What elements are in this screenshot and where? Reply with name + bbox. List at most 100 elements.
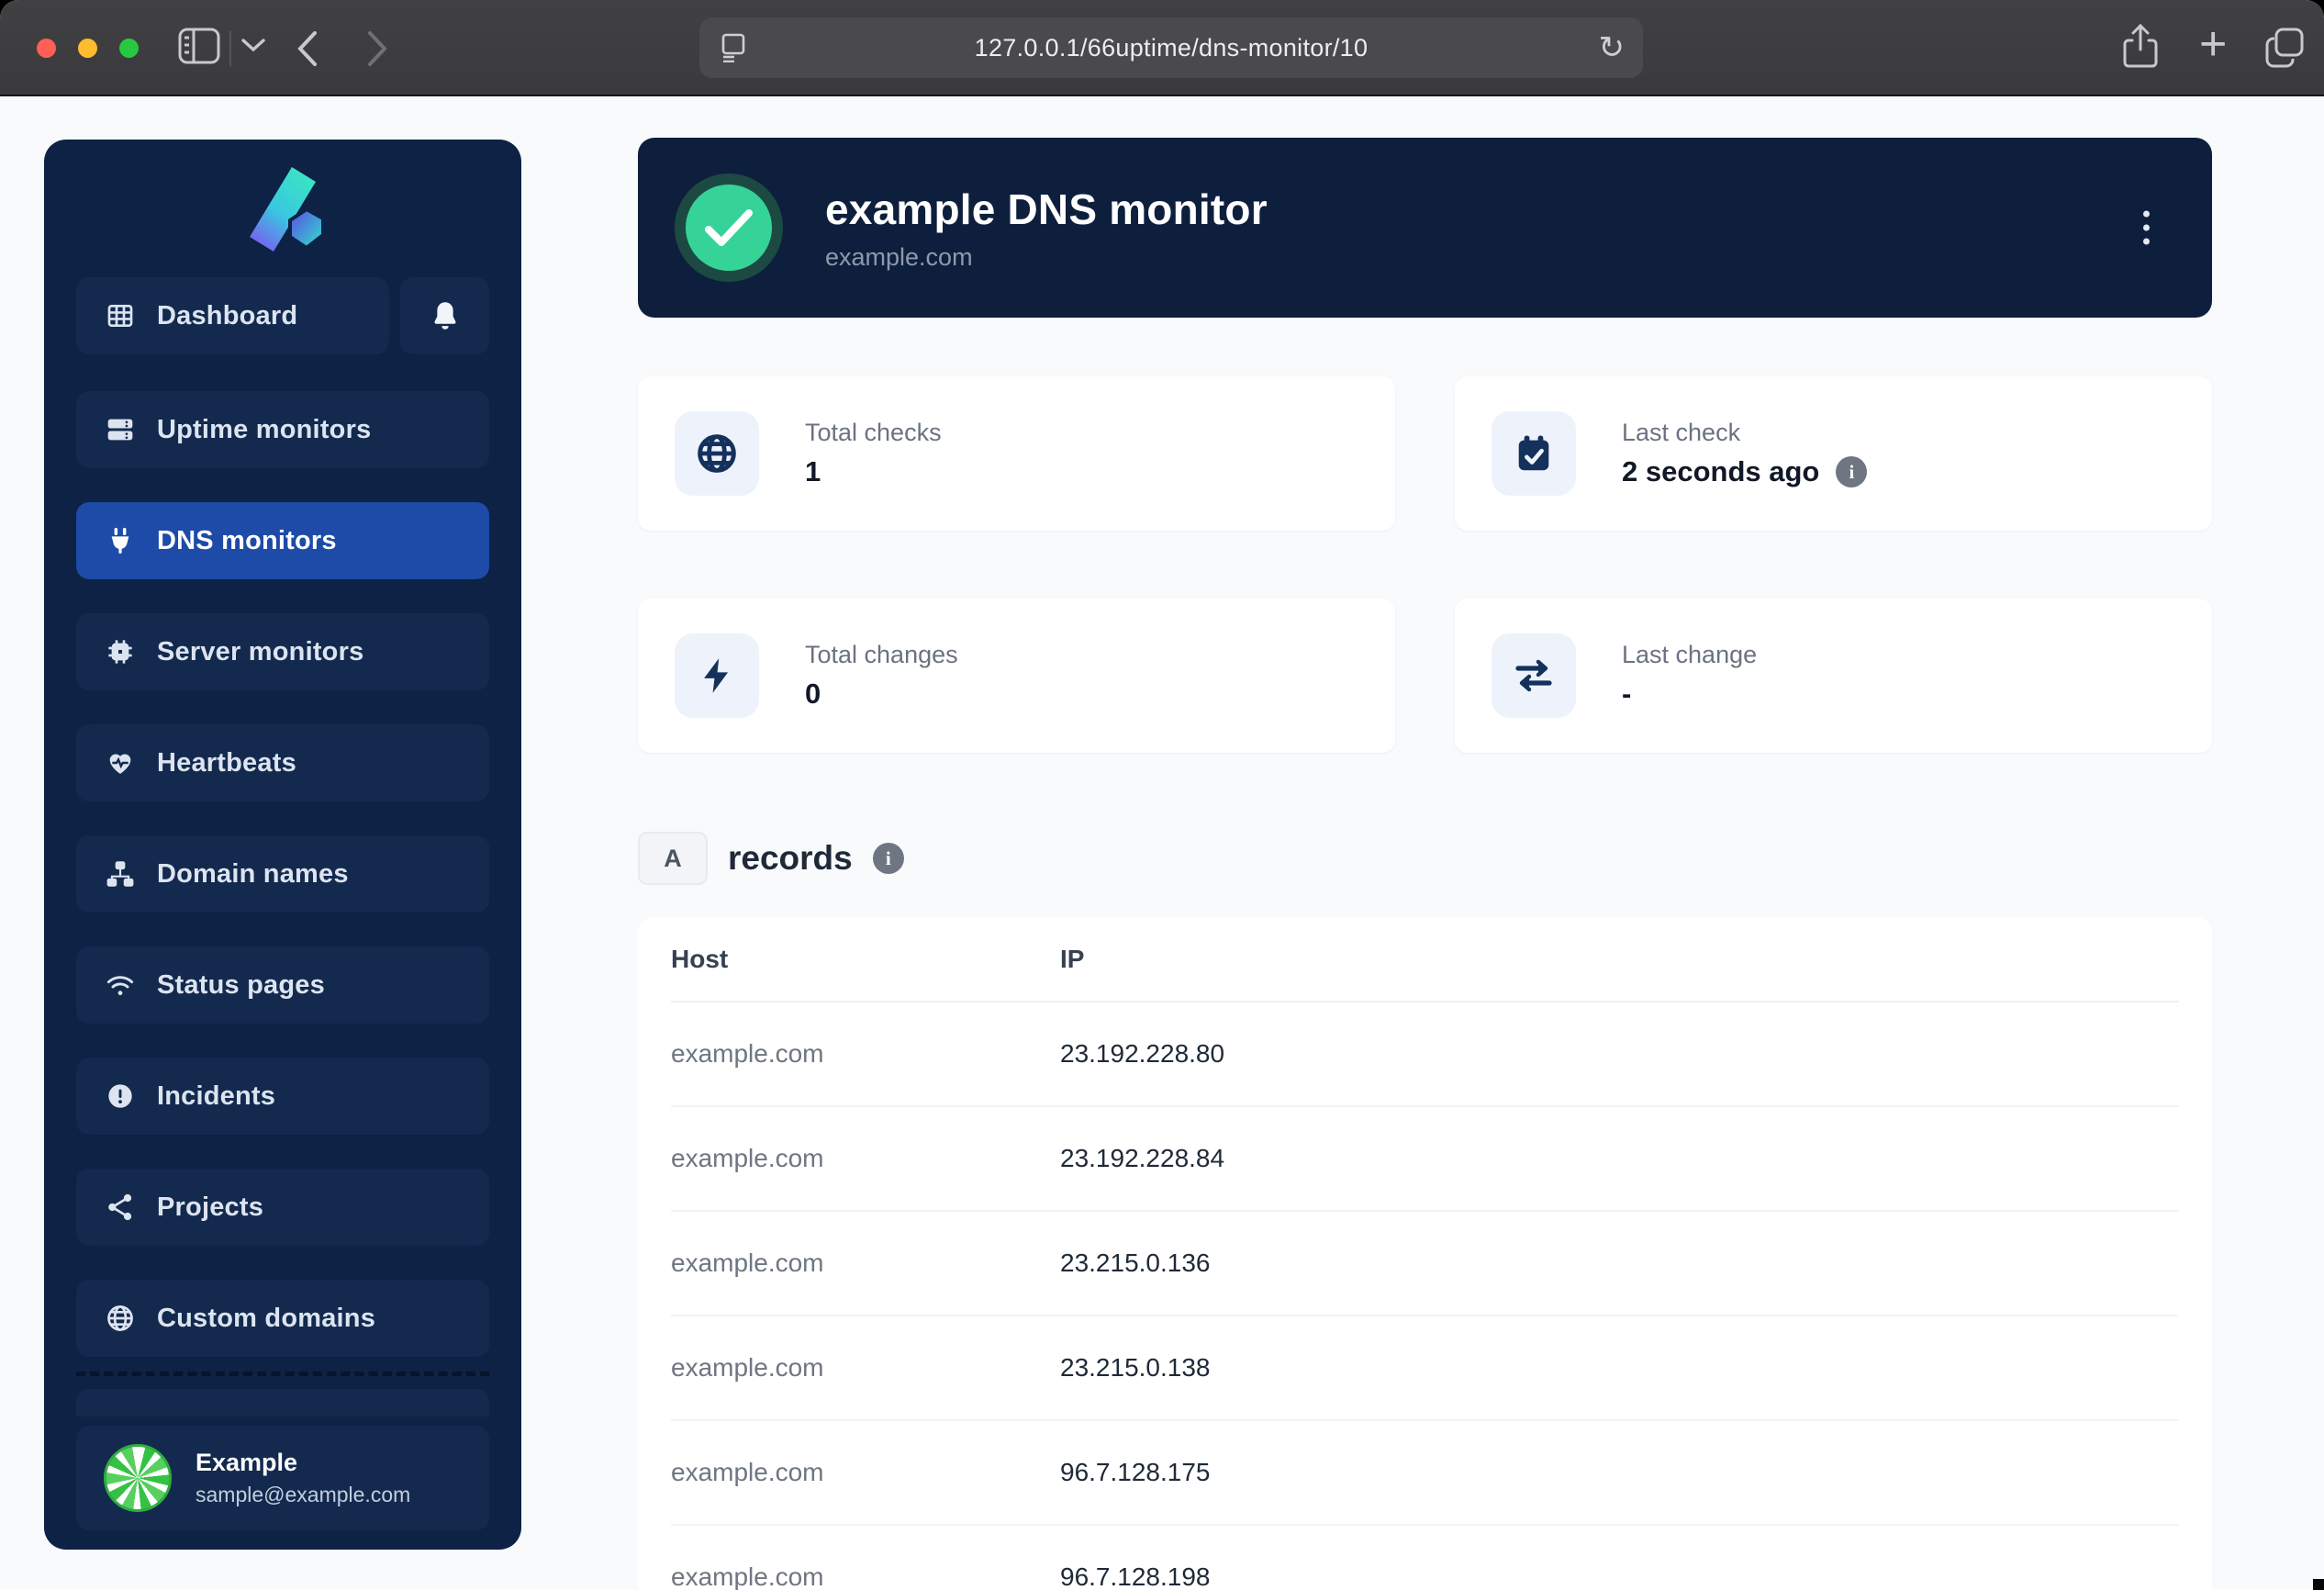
- calendar-check-icon: [1492, 411, 1576, 496]
- stats-grid: Total checks 1 Last check 2 seco: [638, 376, 2212, 753]
- monitor-hostname: example.com: [825, 243, 1268, 272]
- sidebar-item-status-pages[interactable]: Status pages: [76, 946, 489, 1024]
- screenshot-artifact: [2313, 1579, 2324, 1590]
- host-cell: example.com: [671, 1562, 1060, 1590]
- host-cell: example.com: [671, 1458, 1060, 1487]
- stat-label: Total changes: [805, 641, 958, 669]
- sidebar-item-server-monitors[interactable]: Server monitors: [76, 613, 489, 690]
- zoom-window-button[interactable]: [119, 39, 139, 58]
- minimize-window-button[interactable]: [78, 39, 97, 58]
- table-row: example.com 96.7.128.198: [671, 1526, 2179, 1590]
- sidebar: Dashboard Uptime monitors: [44, 140, 521, 1550]
- forward-button-icon[interactable]: [365, 29, 389, 68]
- new-tab-icon[interactable]: +: [2199, 17, 2227, 72]
- stat-card-last-check: Last check 2 seconds ago i: [1455, 376, 2212, 531]
- notifications-button[interactable]: [400, 277, 489, 354]
- back-button-icon[interactable]: [296, 29, 319, 68]
- grid-icon: [106, 301, 135, 330]
- column-header-ip: IP: [1060, 945, 1084, 974]
- address-bar[interactable]: 127.0.0.1/66uptime/dns-monitor/10 ↻: [699, 17, 1643, 78]
- host-cell: example.com: [671, 1248, 1060, 1278]
- stat-label: Last check: [1622, 419, 1867, 447]
- sidebar-item-label: Server monitors: [157, 637, 363, 667]
- server-stack-icon: [106, 415, 135, 444]
- kebab-menu-icon[interactable]: [2138, 206, 2155, 251]
- tab-overview-icon[interactable]: [2263, 26, 2306, 68]
- stat-value: 1: [805, 455, 821, 488]
- sidebar-item-label: DNS monitors: [157, 526, 337, 556]
- sidebar-item-label: Projects: [157, 1192, 263, 1223]
- heart-pulse-icon: [106, 748, 135, 778]
- stat-value: 0: [805, 677, 821, 711]
- ip-cell: 23.192.228.84: [1060, 1144, 1224, 1173]
- page-title: example DNS monitor: [825, 185, 1268, 234]
- sidebar-item-heartbeats[interactable]: Heartbeats: [76, 724, 489, 801]
- host-cell: example.com: [671, 1353, 1060, 1383]
- chip-icon: [106, 637, 135, 666]
- ip-cell: 96.7.128.198: [1060, 1562, 1211, 1590]
- share-icon[interactable]: [2122, 24, 2159, 70]
- stat-card-total-checks: Total checks 1: [638, 376, 1395, 531]
- table-row: example.com 23.215.0.138: [671, 1316, 2179, 1421]
- profile-email: sample@example.com: [196, 1483, 410, 1507]
- stat-card-total-changes: Total changes 0: [638, 599, 1395, 753]
- sidebar-item-projects[interactable]: Projects: [76, 1169, 489, 1246]
- sidebar-item-label: Custom domains: [157, 1304, 375, 1334]
- window-controls: [37, 39, 139, 58]
- info-icon[interactable]: i: [873, 843, 904, 874]
- column-header-host: Host: [671, 945, 1060, 974]
- profile-card[interactable]: Example sample@example.com: [76, 1426, 489, 1530]
- sidebar-item-incidents[interactable]: Incidents: [76, 1058, 489, 1135]
- stat-card-last-change: Last change -: [1455, 599, 2212, 753]
- info-icon[interactable]: i: [1836, 456, 1867, 487]
- sidebar-item-uptime-monitors[interactable]: Uptime monitors: [76, 391, 489, 468]
- sidebar-item-label: Dashboard: [157, 301, 297, 331]
- chevron-down-icon[interactable]: [240, 37, 266, 53]
- sitemap-icon: [106, 859, 135, 889]
- bell-icon: [431, 301, 459, 330]
- ip-cell: 23.215.0.136: [1060, 1248, 1211, 1278]
- sidebar-item-custom-domains[interactable]: Custom domains: [76, 1280, 489, 1357]
- host-cell: example.com: [671, 1144, 1060, 1173]
- avatar: [104, 1444, 172, 1512]
- arrows-swap-icon: [1492, 633, 1576, 718]
- ip-cell: 96.7.128.175: [1060, 1458, 1211, 1487]
- ip-cell: 23.215.0.138: [1060, 1353, 1211, 1383]
- share-nodes-icon: [106, 1192, 135, 1222]
- sidebar-item-label: Heartbeats: [157, 748, 296, 778]
- records-section-header: A records i: [638, 832, 2212, 885]
- table-header-row: Host IP: [671, 918, 2179, 1002]
- toolbar-divider: [229, 31, 231, 66]
- sidebar-toggle-icon[interactable]: [178, 28, 220, 64]
- table-row: example.com 23.192.228.84: [671, 1107, 2179, 1212]
- browser-toolbar: 127.0.0.1/66uptime/dns-monitor/10 ↻ +: [0, 0, 2324, 96]
- plug-icon: [106, 526, 135, 555]
- stat-label: Last change: [1622, 641, 1757, 669]
- refresh-icon[interactable]: ↻: [1599, 29, 1626, 66]
- sidebar-item-label: Status pages: [157, 970, 325, 1001]
- sidebar-item-label: Domain names: [157, 859, 349, 890]
- sidebar-item-dns-monitors[interactable]: DNS monitors: [76, 502, 489, 579]
- globe-icon: [106, 1304, 135, 1333]
- sidebar-nav: Uptime monitors DNS monitors: [76, 391, 489, 1357]
- close-window-button[interactable]: [37, 39, 56, 58]
- stat-value: -: [1622, 677, 1631, 711]
- sidebar-item-domain-names[interactable]: Domain names: [76, 835, 489, 913]
- monitor-header-card: example DNS monitor example.com: [638, 138, 2212, 318]
- ip-cell: 23.192.228.80: [1060, 1039, 1224, 1069]
- sidebar-divider: [76, 1372, 489, 1376]
- bolt-icon: [675, 633, 759, 718]
- sidebar-item-dashboard[interactable]: Dashboard: [76, 277, 389, 354]
- sidebar-item-label: Uptime monitors: [157, 415, 371, 445]
- globe-icon: [675, 411, 759, 496]
- record-type-badge: A: [638, 832, 708, 885]
- url-text[interactable]: 127.0.0.1/66uptime/dns-monitor/10: [699, 34, 1643, 62]
- table-row: example.com 23.192.228.80: [671, 1002, 2179, 1107]
- records-title: records: [728, 839, 853, 878]
- profile-name: Example: [196, 1449, 410, 1477]
- status-up-icon: [675, 174, 783, 282]
- host-cell: example.com: [671, 1039, 1060, 1069]
- sidebar-item-partial[interactable]: [76, 1389, 489, 1416]
- table-row: example.com 96.7.128.175: [671, 1421, 2179, 1526]
- app-logo-icon: [237, 165, 329, 253]
